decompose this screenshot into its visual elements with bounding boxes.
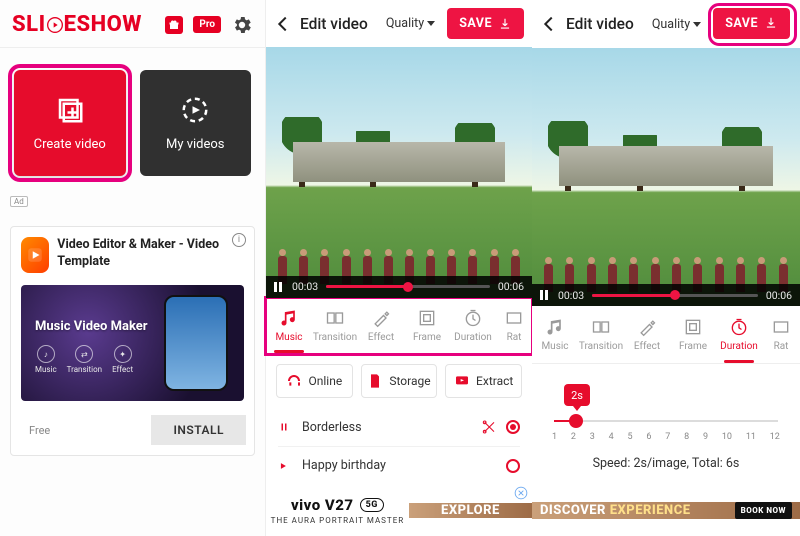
quality-dropdown[interactable]: Quality <box>652 17 701 32</box>
my-videos-tile[interactable]: My videos <box>140 70 252 176</box>
track-radio[interactable] <box>506 420 520 434</box>
play-icon <box>47 17 63 33</box>
time-total: 00:06 <box>766 289 792 302</box>
ad-tag: Ad <box>10 196 28 207</box>
page-title: Edit video <box>300 15 380 33</box>
music-storage-button[interactable]: Storage <box>361 364 438 398</box>
caret-down-icon <box>427 21 435 26</box>
scissors-icon[interactable] <box>480 419 496 435</box>
ad-title: Video Editor & Maker - Video Template <box>57 237 244 271</box>
gift-ad-icon[interactable] <box>165 16 183 34</box>
time-current: 00:03 <box>558 289 584 302</box>
track-radio[interactable] <box>506 459 520 473</box>
tab-frame[interactable]: Frame <box>670 306 716 363</box>
caret-down-icon <box>693 22 701 27</box>
duration-ticks: 123456789101112 <box>550 430 782 442</box>
install-button[interactable]: INSTALL <box>151 415 246 445</box>
pause-icon[interactable] <box>274 282 284 292</box>
tab-duration[interactable]: Duration <box>450 298 496 353</box>
editor-tabs: Music Transition Effect Frame Duration R… <box>532 306 800 364</box>
pause-small-icon <box>278 421 292 433</box>
seek-bar[interactable] <box>592 294 758 297</box>
brand-logo: SLI ESHOW <box>12 12 142 37</box>
track-name: Borderless <box>302 420 470 435</box>
duration-slider[interactable] <box>554 416 778 426</box>
ad-free-label: Free <box>19 424 50 437</box>
my-videos-icon <box>180 95 210 125</box>
player-controls: 00:03 00:06 <box>532 284 800 306</box>
time-current: 00:03 <box>292 280 318 293</box>
book-now-button[interactable]: BOOK NOW <box>735 502 792 519</box>
my-videos-label: My videos <box>166 137 225 152</box>
download-icon <box>764 16 778 30</box>
ad-app-icon <box>21 237 49 273</box>
duration-panel: 2s 123456789101112 Speed: 2s/image, Tota… <box>532 364 800 477</box>
save-button[interactable]: SAVE <box>447 8 524 39</box>
tab-transition[interactable]: Transition <box>312 298 358 353</box>
music-track-row[interactable]: Happy birthday <box>278 446 520 484</box>
tab-transition[interactable]: Transition <box>578 306 624 363</box>
music-online-button[interactable]: Online <box>276 364 353 398</box>
info-icon[interactable]: i <box>232 233 246 247</box>
video-preview[interactable]: 00:03 00:06 <box>532 48 800 306</box>
save-button[interactable]: SAVE <box>713 8 790 39</box>
create-video-tile[interactable]: Create video <box>14 70 126 176</box>
gear-icon[interactable] <box>231 14 253 36</box>
tab-effect[interactable]: Effect <box>358 298 404 353</box>
create-video-icon <box>55 95 85 125</box>
save-highlight: SAVE <box>713 8 792 41</box>
quality-dropdown[interactable]: Quality <box>386 16 435 31</box>
bottom-ad-strip[interactable]: DISCOVER EXPERIENCE BOOK NOW <box>532 484 800 536</box>
play-small-icon <box>278 461 292 471</box>
tab-frame[interactable]: Frame <box>404 298 450 353</box>
tab-music[interactable]: Music <box>266 298 312 353</box>
page-title: Edit video <box>566 15 646 33</box>
tab-ratio[interactable]: Rat <box>762 306 800 363</box>
time-total: 00:06 <box>498 280 524 293</box>
ad-card[interactable]: Video Editor & Maker - Video Template i … <box>10 226 255 456</box>
brand-bar: SLI ESHOW Pro <box>0 0 265 47</box>
vivo-logo: vivo V27 5G <box>291 496 384 514</box>
tab-music[interactable]: Music <box>532 306 578 363</box>
download-icon <box>498 17 512 31</box>
back-icon[interactable] <box>538 13 560 35</box>
duration-summary: Speed: 2s/image, Total: 6s <box>550 456 782 471</box>
create-video-label: Create video <box>34 137 106 152</box>
duration-value-bubble: 2s <box>564 384 590 406</box>
player-controls: 00:03 00:06 <box>266 276 532 298</box>
music-track-row[interactable]: Borderless <box>278 408 520 446</box>
tab-duration[interactable]: Duration <box>716 306 762 363</box>
vivo-subtitle: THE AURA PORTRAIT MASTER <box>271 516 405 525</box>
brand-text-2: ESHOW <box>64 12 142 37</box>
tab-effect[interactable]: Effect <box>624 306 670 363</box>
back-icon[interactable] <box>272 13 294 35</box>
music-source-row: Online Storage Extract <box>266 354 532 408</box>
pro-badge[interactable]: Pro <box>193 16 221 33</box>
tab-ratio[interactable]: Rat <box>496 298 532 353</box>
close-ad-icon[interactable] <box>514 486 528 500</box>
editor-tabs: Music Transition Effect Frame Duration R… <box>266 298 532 354</box>
pause-icon[interactable] <box>540 290 550 300</box>
track-name: Happy birthday <box>302 458 496 473</box>
brand-text-1: SLI <box>12 12 46 37</box>
ad-creative: Music Video Maker ♪Music ⇄Transition ✦Ef… <box>21 285 244 401</box>
bottom-ad-strip[interactable]: vivo V27 5G THE AURA PORTRAIT MASTER EXP… <box>266 484 532 536</box>
seek-bar[interactable] <box>326 285 490 288</box>
video-preview[interactable]: 00:03 00:06 <box>266 47 532 298</box>
ad-creative-title: Music Video Maker <box>35 319 148 334</box>
music-extract-button[interactable]: Extract <box>445 364 522 398</box>
